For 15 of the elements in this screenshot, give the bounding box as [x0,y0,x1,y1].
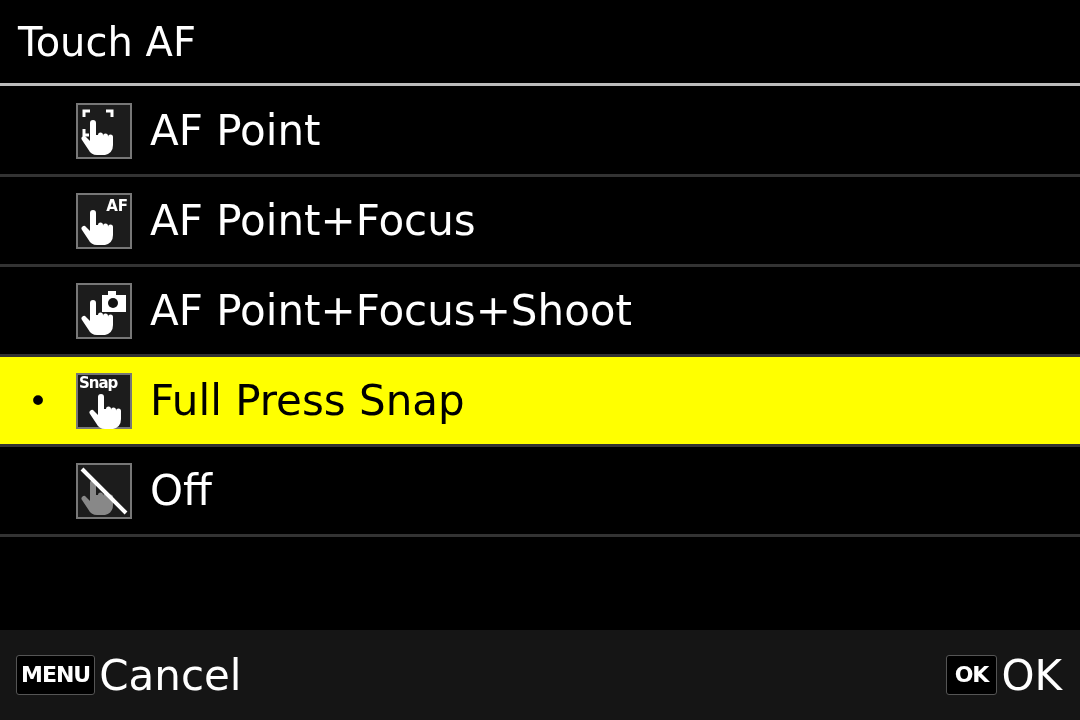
menu-option[interactable]: Off [0,447,1080,537]
touch-focus-icon: AF [76,192,132,249]
ok-key-icon: OK [945,655,998,695]
touch-point-icon [76,102,132,159]
cancel-label[interactable]: Cancel [99,650,242,700]
menu-option[interactable]: AF AF Point+Focus [0,177,1080,267]
touch-off-icon [76,462,132,519]
touch-snap-icon: Snap [76,372,132,429]
selected-bullet: • [27,380,49,421]
screen-title: Touch AF [18,18,196,65]
menu-option[interactable]: AF Point [0,87,1080,177]
menu-option[interactable]: • Snap Full Press Snap [0,357,1080,447]
menu-key-icon: MENU [16,655,96,695]
touch-camera-icon [76,282,132,339]
ok-label[interactable]: OK [1001,650,1062,700]
